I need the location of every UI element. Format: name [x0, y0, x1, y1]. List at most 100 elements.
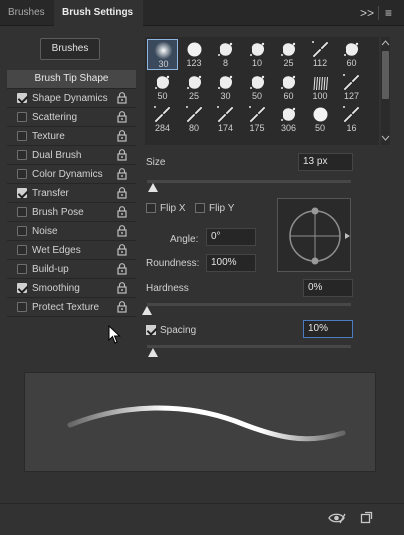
lock-icon[interactable] — [117, 111, 127, 123]
option-scattering[interactable]: Scattering — [7, 108, 136, 127]
tab-brush-settings[interactable]: Brush Settings — [54, 0, 143, 26]
size-label: Size — [146, 157, 166, 168]
option-checkbox[interactable] — [17, 150, 27, 160]
spacing-slider-track[interactable] — [147, 345, 351, 348]
option-checkbox[interactable] — [17, 264, 27, 274]
brush-preset[interactable]: 123 — [179, 39, 210, 70]
brush-preset[interactable]: 30 — [147, 39, 178, 70]
option-shape-dynamics[interactable]: Shape Dynamics — [7, 89, 136, 108]
brush-tip-soft-icon — [154, 41, 173, 60]
new-brush-preset-icon[interactable] — [360, 511, 373, 524]
hardness-input[interactable]: 0% — [303, 279, 353, 297]
option-label: Brush Pose — [32, 207, 84, 218]
option-color-dynamics[interactable]: Color Dynamics — [7, 165, 136, 184]
option-wet-edges[interactable]: Wet Edges — [7, 241, 136, 260]
brush-preset[interactable]: 127 — [336, 72, 367, 103]
brush-preset[interactable]: 306 — [273, 104, 304, 135]
option-checkbox[interactable] — [17, 245, 27, 255]
brush-preset[interactable]: 100 — [305, 72, 336, 103]
brush-preset[interactable]: 10 — [242, 39, 273, 70]
size-slider-track[interactable] — [147, 180, 351, 183]
brush-preset[interactable]: 30 — [210, 72, 241, 103]
brush-size-label: 8 — [222, 58, 228, 68]
brush-preset[interactable]: 60 — [336, 39, 367, 70]
brush-preset[interactable]: 25 — [273, 39, 304, 70]
angle-roundness-widget[interactable] — [277, 198, 351, 272]
lock-icon[interactable] — [117, 149, 127, 161]
lock-icon[interactable] — [117, 130, 127, 142]
brush-preset[interactable]: 16 — [336, 104, 367, 135]
brush-preset[interactable]: 25 — [179, 72, 210, 103]
angle-label: Angle: — [170, 234, 199, 245]
brush-preset[interactable]: 50 — [305, 104, 336, 135]
brush-preset[interactable]: 112 — [305, 39, 336, 70]
option-label: Noise — [32, 226, 58, 237]
angle-input[interactable]: 0° — [206, 228, 256, 246]
option-label: Scattering — [32, 112, 78, 123]
option-texture[interactable]: Texture — [7, 127, 136, 146]
lock-icon[interactable] — [117, 282, 127, 294]
option-checkbox[interactable] — [17, 112, 27, 122]
tab-brushes[interactable]: Brushes — [0, 0, 54, 26]
brush-preset[interactable]: 8 — [210, 39, 241, 70]
collapse-panels-button[interactable]: >> — [360, 0, 374, 26]
lock-icon[interactable] — [117, 187, 127, 199]
brush-tip-dots-icon — [185, 106, 202, 122]
lock-icon[interactable] — [117, 206, 127, 218]
flip-y-checkbox[interactable] — [195, 203, 205, 213]
preset-scrollbar-thumb[interactable] — [382, 51, 389, 99]
spacing-slider-thumb[interactable] — [148, 348, 159, 357]
scroll-up-icon[interactable] — [381, 39, 390, 47]
bottom-bar — [0, 503, 404, 533]
option-checkbox[interactable] — [17, 207, 27, 217]
option-checkbox[interactable] — [17, 131, 27, 141]
brush-size-label: 284 — [154, 123, 171, 133]
brush-preset[interactable]: 50 — [242, 72, 273, 103]
brushes-button[interactable]: Brushes — [40, 38, 100, 60]
lock-icon[interactable] — [117, 92, 127, 104]
option-brush-pose[interactable]: Brush Pose — [7, 203, 136, 222]
option-build-up[interactable]: Build-up — [7, 260, 136, 279]
lock-icon[interactable] — [117, 244, 127, 256]
lock-icon[interactable] — [117, 168, 127, 180]
brush-angle-icon[interactable] — [278, 199, 352, 273]
option-checkbox[interactable] — [17, 93, 27, 103]
scroll-down-icon[interactable] — [381, 134, 390, 142]
hardness-slider-track[interactable] — [147, 303, 351, 306]
brush-preset[interactable]: 175 — [242, 104, 273, 135]
brush-preset[interactable]: 60 — [273, 72, 304, 103]
brush-tip-splat-icon — [186, 75, 201, 89]
panel-menu-button[interactable]: ≡ — [385, 0, 392, 26]
preset-scrollbar[interactable] — [381, 37, 390, 145]
lock-icon[interactable] — [117, 263, 127, 275]
hardness-slider-thumb[interactable] — [142, 306, 152, 315]
lock-icon[interactable] — [117, 301, 127, 313]
option-protect-texture[interactable]: Protect Texture — [7, 298, 136, 317]
option-smoothing[interactable]: Smoothing — [7, 279, 136, 298]
option-checkbox[interactable] — [17, 302, 27, 312]
roundness-input[interactable]: 100% — [206, 254, 256, 272]
brush-preset[interactable]: 174 — [210, 104, 241, 135]
option-checkbox[interactable] — [17, 283, 27, 293]
option-brush-tip-shape[interactable]: Brush Tip Shape — [7, 70, 136, 89]
option-dual-brush[interactable]: Dual Brush — [7, 146, 136, 165]
lock-icon[interactable] — [117, 225, 127, 237]
option-transfer[interactable]: Transfer — [7, 184, 136, 203]
brush-size-label: 50 — [251, 90, 262, 101]
option-label: Smoothing — [32, 283, 80, 294]
option-checkbox[interactable] — [17, 169, 27, 179]
size-input[interactable]: 13 px — [298, 153, 353, 171]
tab-bar: Brushes Brush Settings >> ≡ — [0, 0, 404, 26]
option-checkbox[interactable] — [17, 226, 27, 236]
brush-preset[interactable]: 284 — [147, 104, 178, 135]
brush-preset-grid[interactable]: 30 123 8 10 25 112 60 50 25 30 50 60 100 127 284 80 174 1… — [145, 37, 379, 145]
spacing-input[interactable]: 10% — [303, 320, 353, 338]
flip-x-checkbox[interactable] — [146, 203, 156, 213]
toggle-preview-eye-icon[interactable] — [328, 511, 346, 525]
spacing-checkbox[interactable] — [146, 325, 156, 335]
option-checkbox[interactable] — [17, 188, 27, 198]
size-slider-thumb[interactable] — [148, 183, 159, 192]
brush-preset[interactable]: 50 — [147, 72, 178, 103]
option-noise[interactable]: Noise — [7, 222, 136, 241]
brush-preset[interactable]: 80 — [179, 104, 210, 135]
